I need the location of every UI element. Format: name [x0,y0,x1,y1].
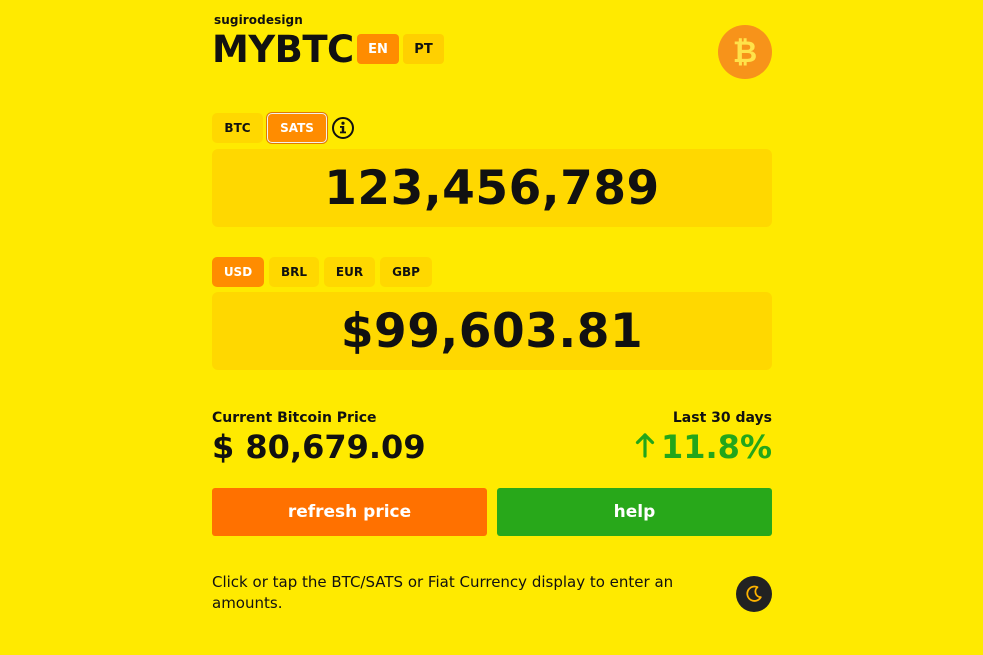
crypto-amount-display[interactable]: 123,456,789 [212,149,772,227]
currency-gbp-tab[interactable]: GBP [380,257,432,287]
brand-credit: sugirodesign [214,13,303,27]
price-change: 11.8% [635,428,772,466]
current-price-label: Current Bitcoin Price [212,410,377,426]
unit-btc-tab[interactable]: BTC [212,113,263,143]
info-icon[interactable] [331,116,355,140]
unit-sats-tab[interactable]: SATS [267,113,327,143]
refresh-price-button[interactable]: refresh price [212,488,487,536]
change-period-label: Last 30 days [672,410,772,426]
currency-usd-tab[interactable]: USD [212,257,264,287]
currency-brl-tab[interactable]: BRL [269,257,319,287]
svg-text:₿: ₿ [733,35,757,69]
arrow-up-icon [635,428,655,466]
app-title: MYBTC [212,28,354,71]
fiat-amount-display[interactable]: $99,603.81 [212,292,772,370]
app-container: sugirodesign MYBTC EN PT ₿ BTC SATS 123,… [212,0,772,655]
usage-hint: Click or tap the BTC/SATS or Fiat Curren… [212,573,674,612]
price-change-value: 11.8% [660,428,772,466]
moon-icon[interactable] [736,576,772,612]
language-en-button[interactable]: EN [357,34,399,64]
currency-eur-tab[interactable]: EUR [324,257,375,287]
current-price-value: $ 80,679.09 [212,428,426,466]
help-button[interactable]: help [497,488,772,536]
bitcoin-logo-icon: ₿ [718,25,772,79]
language-pt-button[interactable]: PT [403,34,444,64]
